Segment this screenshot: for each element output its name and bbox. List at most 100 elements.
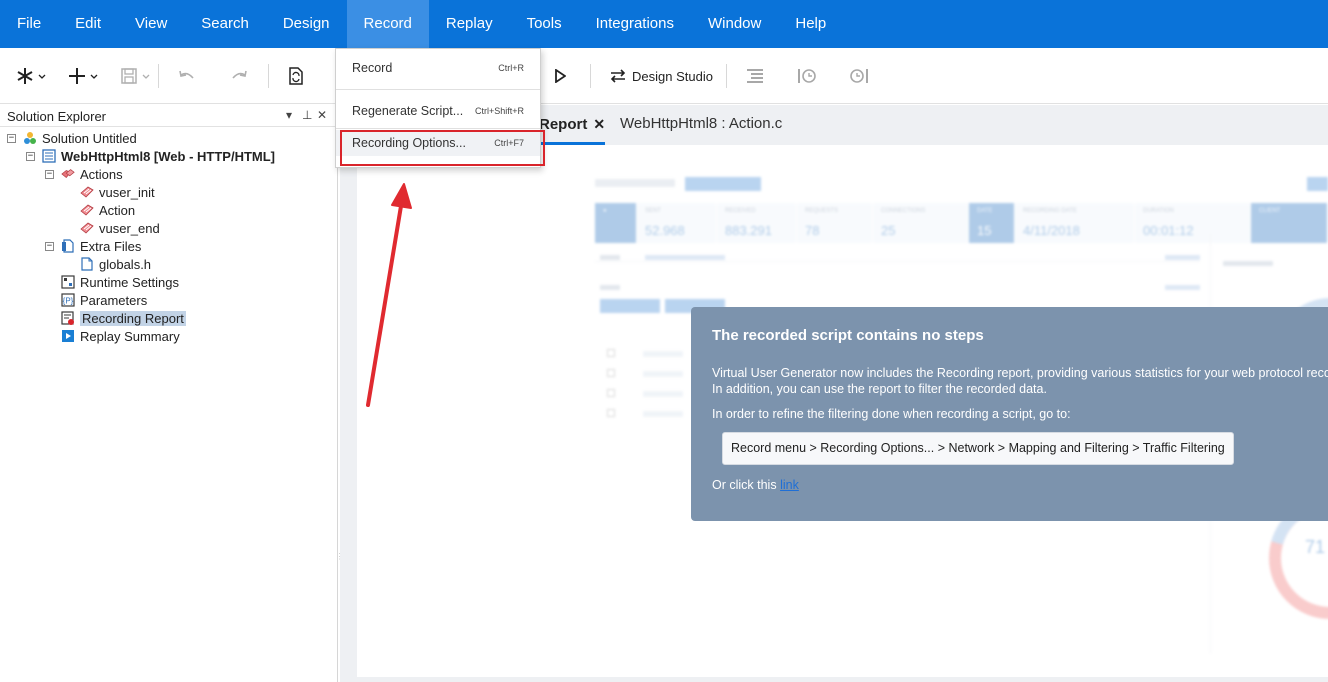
- toolbar-separator: [590, 64, 591, 88]
- menu-item-shortcut: Ctrl+Shift+R: [474, 106, 524, 116]
- new-solution-button[interactable]: [17, 48, 47, 104]
- menu-integrations[interactable]: Integrations: [579, 0, 691, 48]
- menu-design[interactable]: Design: [266, 0, 347, 48]
- collapse-toggle[interactable]: −: [26, 151, 35, 161]
- redo-icon: [232, 70, 247, 79]
- action-icon: [80, 186, 94, 198]
- tree-label: globals.h: [99, 256, 152, 272]
- tree-item-recording-report[interactable]: Recording Report: [61, 309, 186, 327]
- close-tab-icon[interactable]: ✕: [593, 116, 605, 132]
- tree-item-extra-files[interactable]: − Extra Files: [45, 237, 141, 255]
- menu-item-shortcut: Ctrl+R: [498, 63, 524, 73]
- close-icon[interactable]: ✕: [317, 108, 327, 122]
- refresh-script-button[interactable]: [287, 48, 305, 104]
- donut-percent-2: 71: [1305, 537, 1325, 557]
- no-steps-overlay: The recorded script contains no steps Vi…: [691, 307, 1328, 521]
- tab-label: WebHttpHtml8 : Action.c: [620, 115, 783, 132]
- tree-item-replay-summary[interactable]: Replay Summary: [61, 327, 180, 345]
- save-icon: [121, 68, 150, 84]
- overlay-instructions: In order to refine the filtering done wh…: [712, 407, 1071, 421]
- toolbar-separator: [268, 64, 269, 88]
- tree-label: Replay Summary: [80, 328, 180, 344]
- tree-item-runtime-settings[interactable]: Runtime Settings: [61, 273, 179, 291]
- solution-explorer-header: Solution Explorer ▾ ⊥ ✕: [0, 105, 337, 127]
- menu-replay[interactable]: Replay: [429, 0, 510, 48]
- analyze-icon: [850, 69, 868, 83]
- menu-item-record[interactable]: Record Ctrl+R: [336, 55, 540, 81]
- tree-label: vuser_init: [99, 184, 155, 200]
- overlay-description-line2: In addition, you can use the report to f…: [712, 382, 1047, 396]
- collapse-toggle[interactable]: −: [45, 241, 54, 251]
- parameters-icon: {P}: [61, 293, 75, 307]
- solution-explorer-panel: Solution Explorer ▾ ⊥ ✕ − Solution Untit…: [0, 105, 338, 682]
- save-button[interactable]: [121, 48, 153, 104]
- toolbar: Design Studio: [0, 48, 1328, 104]
- tab-action-c[interactable]: WebHttpHtml8 : Action.c: [620, 105, 782, 145]
- tree-item-script[interactable]: − WebHttpHtml8 [Web - HTTP/HTML]: [26, 147, 275, 165]
- redo-button[interactable]: [231, 48, 247, 104]
- document-area: Report ✕ WebHttpHtml8 : Action.c ● SENT 52…: [340, 105, 1328, 682]
- menu-separator: [336, 89, 540, 90]
- tree-item-vuser-end[interactable]: vuser_end: [80, 219, 160, 237]
- menu-tools[interactable]: Tools: [510, 0, 579, 48]
- toolbar-separator: [726, 64, 727, 88]
- replay-summary-icon: [62, 330, 74, 342]
- undo-icon: [179, 70, 194, 79]
- menu-window[interactable]: Window: [691, 0, 778, 48]
- collapse-toggle[interactable]: −: [7, 133, 16, 143]
- tree-item-action[interactable]: Action: [80, 201, 135, 219]
- menu-file[interactable]: File: [0, 0, 58, 48]
- stats-strip: ● SENT 52.968 RECEIVED 883.291 REQUESTS 78 …: [595, 203, 1328, 243]
- script-icon: [42, 149, 56, 163]
- tree-item-vuser-init[interactable]: vuser_init: [80, 183, 155, 201]
- overlay-title: The recorded script contains no steps: [712, 327, 984, 344]
- steps-toolbox-button[interactable]: [747, 48, 765, 104]
- action-icon: [80, 204, 94, 216]
- highlight-box: [340, 130, 545, 166]
- swap-arrows-icon: [610, 69, 626, 83]
- panel-menu-icon[interactable]: ▾: [286, 108, 292, 122]
- report-icon: [61, 311, 74, 325]
- tree-label: Solution Untitled: [42, 130, 137, 146]
- menu-edit[interactable]: Edit: [58, 0, 118, 48]
- menu-record[interactable]: Record: [346, 0, 429, 48]
- undo-button[interactable]: [179, 48, 195, 104]
- runtime-settings-icon: [61, 275, 75, 289]
- design-studio-label: Design Studio: [632, 68, 713, 84]
- tree-item-solution[interactable]: − Solution Untitled: [7, 129, 137, 147]
- solution-icon: [24, 132, 36, 144]
- toolbar-separator: [158, 64, 159, 88]
- analyze-button[interactable]: [849, 48, 869, 104]
- menu-item-label: Regenerate Script...: [352, 104, 464, 118]
- tree-label: Extra Files: [80, 238, 142, 254]
- tree-label: Actions: [80, 166, 123, 182]
- menu-separator: [336, 128, 540, 129]
- menu-view[interactable]: View: [118, 0, 184, 48]
- add-button[interactable]: [68, 48, 100, 104]
- tree-label: WebHttpHtml8 [Web - HTTP/HTML]: [61, 148, 275, 164]
- menu-item-label: Record: [352, 61, 393, 75]
- tree-item-globals[interactable]: globals.h: [80, 255, 151, 273]
- menu-help[interactable]: Help: [778, 0, 843, 48]
- snapshot-button[interactable]: [797, 48, 817, 104]
- collapse-toggle[interactable]: −: [45, 169, 54, 179]
- link-prefix: Or click this: [712, 478, 777, 492]
- files-icon: [62, 239, 74, 253]
- overlay-description-line1: Virtual User Generator now includes the …: [712, 366, 1328, 380]
- tree-item-parameters[interactable]: {P} Parameters: [61, 291, 147, 309]
- pin-icon[interactable]: ⊥: [302, 108, 312, 122]
- replay-button[interactable]: [554, 48, 566, 104]
- menu-bar: File Edit View Search Design Record Repl…: [0, 0, 1328, 48]
- solution-explorer-title: Solution Explorer: [7, 109, 106, 124]
- menu-item-regenerate-script[interactable]: Regenerate Script... Ctrl+Shift+R: [336, 98, 540, 124]
- report-content: ● SENT 52.968 RECEIVED 883.291 REQUESTS 78 …: [357, 145, 1328, 677]
- design-studio-button[interactable]: Design Studio: [610, 48, 713, 104]
- recording-options-link[interactable]: link: [780, 478, 799, 492]
- tab-recording-report[interactable]: Report ✕: [539, 105, 605, 145]
- tree-item-actions[interactable]: − Actions: [45, 165, 123, 183]
- svg-text:{P}: {P}: [63, 297, 74, 306]
- menu-search[interactable]: Search: [184, 0, 266, 48]
- tree-label: Parameters: [80, 292, 148, 308]
- recording-options-path: Record menu > Recording Options... > Net…: [722, 432, 1234, 465]
- actions-icon: [61, 169, 75, 178]
